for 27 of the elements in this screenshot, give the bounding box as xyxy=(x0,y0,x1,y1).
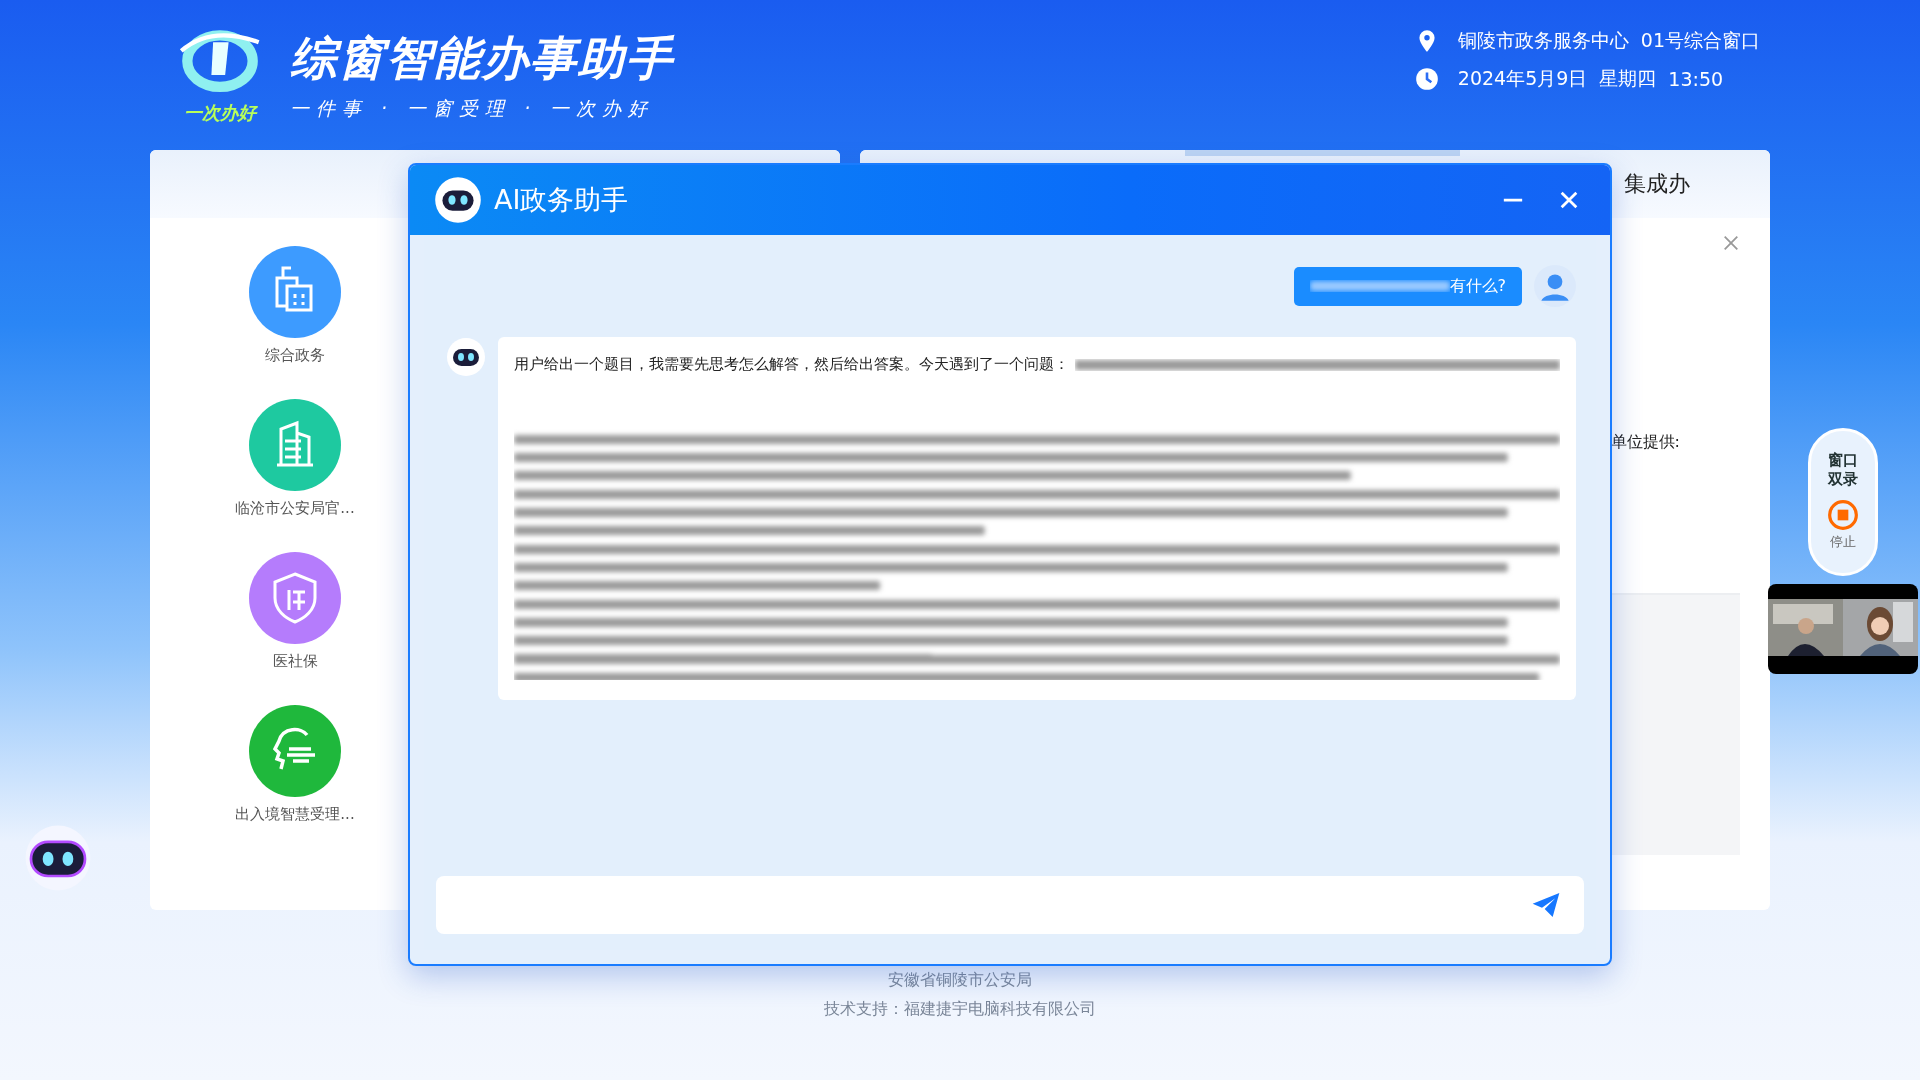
location-text: 铜陵市政务服务中心 xyxy=(1457,28,1629,53)
dialog-title: AI政务助手 xyxy=(494,183,629,217)
service-item[interactable]: 医社保 xyxy=(249,552,341,671)
service-item[interactable]: 综合政务 xyxy=(249,246,341,365)
service-item[interactable]: 出入境智慧受理... xyxy=(235,705,355,824)
weekday-text: 星期四 xyxy=(1599,66,1657,91)
date-text: 2024年5月9日 xyxy=(1457,66,1588,91)
slogan: 一件事 · 一窗受理 · 一次办好 xyxy=(290,96,656,121)
close-icon[interactable] xyxy=(1722,234,1740,252)
footer-text: 安徽省铜陵市公安局 xyxy=(888,970,1032,991)
message-input[interactable] xyxy=(436,876,1584,934)
note-text: 单位提供: xyxy=(1610,432,1680,453)
logo-caption: 一次办好 xyxy=(184,101,256,125)
user-avatar-icon xyxy=(1534,265,1576,307)
service-item[interactable]: 临沧市公安局官... xyxy=(235,399,355,518)
clock-icon xyxy=(1413,66,1440,92)
time-text: 13:50 xyxy=(1668,68,1724,90)
robot-avatar-icon xyxy=(446,337,486,377)
close-icon[interactable] xyxy=(1558,189,1580,211)
robot-icon xyxy=(434,176,482,224)
app-title: 综窗智能办事助手 xyxy=(290,30,674,87)
footer-text: 技术支持：福建捷宇电脑科技有限公司 xyxy=(824,999,1096,1020)
tab-label[interactable]: 集成办 xyxy=(1624,169,1690,199)
window-number: 01号综合窗口 xyxy=(1640,28,1760,53)
user-message: 有什么? xyxy=(1293,266,1522,306)
record-label: 窗口双录 xyxy=(1826,451,1859,489)
message-text: 用户给出一个题目，我需要先思考怎么解答，然后给出答案。今天遇到了一个问题： xyxy=(514,355,1069,374)
